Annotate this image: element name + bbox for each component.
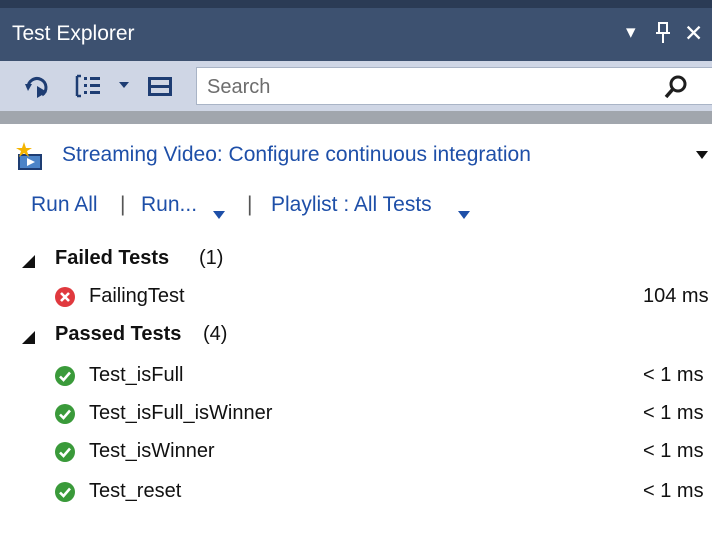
test-row[interactable]: Test_isWinner < 1 ms [0, 438, 712, 468]
collapse-triangle-icon[interactable] [20, 252, 36, 268]
test-duration: < 1 ms [643, 402, 704, 424]
run-link[interactable]: Run... [141, 193, 197, 217]
search-box[interactable] [196, 67, 712, 105]
playlist-link[interactable]: Playlist : All Tests [271, 193, 432, 217]
playlist-dropdown-icon[interactable] [458, 202, 470, 219]
test-row[interactable]: Test_isFull_isWinner < 1 ms [0, 400, 712, 430]
streaming-video-link[interactable]: Streaming Video: Configure continuous in… [62, 143, 531, 167]
group-count: (4) [203, 323, 228, 345]
test-row[interactable]: Test_reset < 1 ms [0, 478, 712, 508]
test-name: FailingTest [89, 285, 185, 307]
search-icon[interactable] [663, 74, 689, 100]
passed-icon [54, 365, 76, 387]
test-duration: 104 ms [643, 285, 709, 307]
title-bar: Test Explorer ▾ ✕ [0, 8, 712, 61]
playlist-icon[interactable] [144, 70, 176, 102]
test-name: Test_isFull_isWinner [89, 402, 273, 424]
collapse-triangle-icon[interactable] [20, 328, 36, 344]
pin-icon[interactable] [654, 19, 672, 51]
banner-dropdown-icon[interactable] [695, 148, 709, 160]
test-row[interactable]: Test_isFull < 1 ms [0, 362, 712, 392]
notification-banner: Streaming Video: Configure continuous in… [16, 140, 712, 172]
window-menu-dropdown-icon[interactable]: ▾ [626, 19, 636, 47]
test-duration: < 1 ms [643, 480, 704, 502]
group-by-dropdown-icon[interactable] [118, 76, 130, 92]
passed-icon [54, 441, 76, 463]
search-input[interactable] [205, 71, 649, 103]
test-row[interactable]: FailingTest 104 ms [0, 283, 712, 313]
group-count: (1) [199, 247, 224, 269]
run-stopped-icon[interactable] [22, 70, 54, 102]
streaming-video-icon [16, 140, 48, 172]
group-name: Passed Tests [55, 323, 182, 345]
group-by-icon[interactable] [73, 70, 105, 102]
test-name: Test_isFull [89, 364, 184, 386]
separator: | [120, 193, 126, 216]
window-top-border [0, 0, 712, 8]
passed-icon [54, 403, 76, 425]
test-duration: < 1 ms [643, 440, 704, 462]
failed-icon [54, 286, 76, 308]
run-all-link[interactable]: Run All [31, 193, 98, 217]
window-title: Test Explorer [12, 22, 135, 45]
group-name: Failed Tests [55, 247, 170, 269]
test-name: Test_isWinner [89, 440, 215, 462]
toolbar [0, 61, 712, 111]
test-duration: < 1 ms [643, 364, 704, 386]
run-dropdown-icon[interactable] [213, 202, 225, 219]
toolbar-divider [0, 111, 712, 124]
passed-icon [54, 481, 76, 503]
close-icon[interactable]: ✕ [684, 19, 703, 47]
test-name: Test_reset [89, 480, 182, 502]
separator: | [247, 193, 253, 216]
